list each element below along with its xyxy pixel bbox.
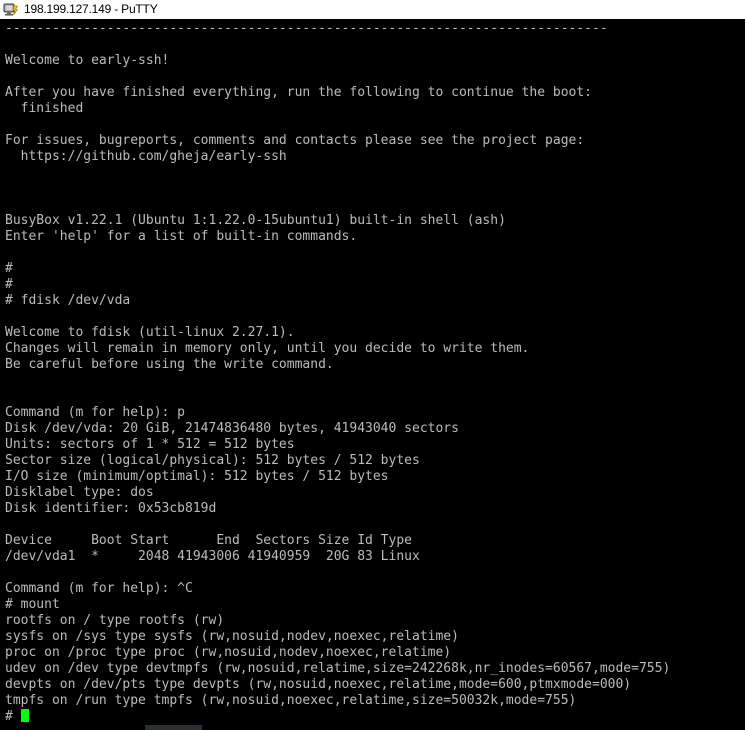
title-bar[interactable]: 198.199.127.149 - PuTTY bbox=[0, 0, 745, 19]
terminal-line: tmpfs on /run type tmpfs (rw,nosuid,noex… bbox=[5, 693, 577, 708]
putty-icon bbox=[3, 2, 19, 18]
terminal-screen: ----------------------------------------… bbox=[5, 21, 745, 725]
terminal-line: Disk identifier: 0x53cb819d bbox=[5, 501, 217, 516]
terminal-line: Command (m for help): ^C bbox=[5, 581, 193, 596]
terminal-line: Device Boot Start End Sectors Size Id Ty… bbox=[5, 533, 412, 548]
text-cursor bbox=[20, 709, 29, 722]
terminal-line: finished bbox=[5, 101, 84, 116]
terminal-line: # mount bbox=[5, 597, 60, 612]
terminal-prompt-line: # bbox=[5, 709, 745, 725]
terminal-line: devpts on /dev/pts type devpts (rw,nosui… bbox=[5, 677, 632, 692]
terminal-line: Units: sectors of 1 * 512 = 512 bytes bbox=[5, 437, 295, 452]
taskbar-sliver bbox=[145, 725, 202, 730]
terminal-line: Welcome to fdisk (util-linux 2.27.1). bbox=[5, 325, 295, 340]
terminal-line: rootfs on / type rootfs (rw) bbox=[5, 613, 225, 628]
terminal-line: After you have finished everything, run … bbox=[5, 85, 592, 100]
terminal-line: For issues, bugreports, comments and con… bbox=[5, 133, 585, 148]
terminal-line: Disk /dev/vda: 20 GiB, 21474836480 bytes… bbox=[5, 421, 459, 436]
terminal-line: Changes will remain in memory only, unti… bbox=[5, 341, 530, 356]
terminal-area[interactable]: ----------------------------------------… bbox=[0, 19, 745, 730]
terminal-line: /dev/vda1 * 2048 41943006 41940959 20G 8… bbox=[5, 549, 420, 564]
shell-prompt: # bbox=[5, 709, 21, 724]
terminal-line: Enter 'help' for a list of built-in comm… bbox=[5, 229, 358, 244]
terminal-line: ----------------------------------------… bbox=[5, 21, 608, 36]
terminal-line: Sector size (logical/physical): 512 byte… bbox=[5, 453, 420, 468]
terminal-line: Disklabel type: dos bbox=[5, 485, 154, 500]
terminal-line: sysfs on /sys type sysfs (rw,nosuid,node… bbox=[5, 629, 459, 644]
putty-window: 198.199.127.149 - PuTTY ----------------… bbox=[0, 0, 745, 730]
terminal-line: https://github.com/gheja/early-ssh bbox=[5, 149, 287, 164]
terminal-line: proc on /proc type proc (rw,nosuid,nodev… bbox=[5, 645, 452, 660]
terminal-line: # bbox=[5, 261, 13, 276]
terminal-line: Be careful before using the write comman… bbox=[5, 357, 334, 372]
terminal-line: Welcome to early-ssh! bbox=[5, 53, 170, 68]
terminal-line: # fdisk /dev/vda bbox=[5, 293, 131, 308]
terminal-line: udev on /dev type devtmpfs (rw,nosuid,re… bbox=[5, 661, 671, 676]
terminal-line: Command (m for help): p bbox=[5, 405, 186, 420]
terminal-line: # bbox=[5, 277, 13, 292]
terminal-line: I/O size (minimum/optimal): 512 bytes / … bbox=[5, 469, 389, 484]
terminal-line: BusyBox v1.22.1 (Ubuntu 1:1.22.0-15ubunt… bbox=[5, 213, 506, 228]
window-title: 198.199.127.149 - PuTTY bbox=[24, 2, 158, 16]
